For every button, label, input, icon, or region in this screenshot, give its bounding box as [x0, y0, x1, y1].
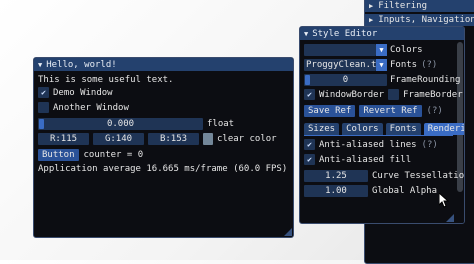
- checkmark-icon: ✔: [41, 88, 46, 97]
- tab-fonts[interactable]: Fonts: [385, 123, 421, 135]
- demo-window-checkbox-row[interactable]: ✔ Demo Window: [38, 87, 113, 98]
- curve-row: 1.25 Curve Tessellation: [304, 170, 465, 182]
- chevron-down-icon[interactable]: ▼: [376, 44, 387, 56]
- frame-rounding-row: 0 FrameRounding: [304, 74, 460, 86]
- frame-rounding-slider[interactable]: 0: [304, 74, 387, 86]
- fonts-help[interactable]: (?): [421, 60, 437, 70]
- float-value: 0.000: [106, 119, 135, 129]
- tab-underline: [304, 135, 453, 136]
- collapsed-arrow-icon: ▶: [369, 16, 374, 24]
- window-title: Style Editor: [312, 28, 378, 39]
- borders-row: ✔ WindowBorder FrameBorder: [304, 89, 463, 100]
- button-row: Button counter = 0: [38, 149, 143, 161]
- style-editor-titlebar[interactable]: ▼ Style Editor: [300, 27, 464, 40]
- tab-rendering[interactable]: Rendering: [423, 123, 464, 135]
- frame-border-checkbox[interactable]: [388, 89, 400, 100]
- another-window-checkbox-row[interactable]: Another Window: [38, 102, 129, 113]
- tab-bar: Sizes Colors Fonts Rendering: [304, 123, 464, 135]
- window-border-label: WindowBorder: [319, 89, 385, 100]
- global-alpha-drag[interactable]: 1.00: [304, 185, 368, 197]
- main-button[interactable]: Button: [38, 149, 79, 161]
- clear-color-row: R:115 G:140 B:153 clear color: [38, 133, 277, 145]
- app-average-row: Application average 16.665 ms/frame (60.…: [38, 164, 287, 174]
- bg-item-label: Inputs, Navigation &: [378, 15, 474, 25]
- clear-color-label: clear color: [217, 134, 277, 144]
- checkmark-icon: ✔: [307, 90, 312, 99]
- collapsed-arrow-icon: ▶: [369, 2, 374, 10]
- aa-lines-row[interactable]: ✔ Anti-aliased lines (?): [304, 139, 438, 150]
- app-average-text: Application average 16.665 ms/frame (60.…: [38, 164, 288, 174]
- aa-fill-label: Anti-aliased fill: [319, 154, 412, 165]
- frame-border-label: FrameBorder: [403, 89, 463, 100]
- frame-rounding-label: FrameRounding: [390, 75, 461, 85]
- blue-field[interactable]: B:153: [148, 133, 199, 145]
- demo-window-label: Demo Window: [53, 87, 113, 98]
- red-field[interactable]: R:115: [38, 133, 89, 145]
- font-value: ProggyClean.tt: [306, 60, 376, 70]
- ref-help[interactable]: (?): [427, 106, 443, 116]
- checkmark-icon: ✔: [307, 140, 312, 149]
- fonts-label: Fonts: [390, 60, 418, 70]
- clear-color-swatch[interactable]: [203, 133, 213, 145]
- fonts-combo[interactable]: ProggyClean.tt: [304, 59, 376, 71]
- green-field[interactable]: G:140: [93, 133, 144, 145]
- another-window-checkbox[interactable]: [38, 102, 49, 113]
- slider-grab[interactable]: [39, 119, 44, 129]
- aa-lines-help[interactable]: (?): [422, 140, 438, 150]
- curve-tessellation-drag[interactable]: 1.25: [304, 170, 368, 182]
- colors-combo-row: ▼ Colors: [304, 44, 423, 56]
- hello-titlebar[interactable]: ▼ Hello, world!: [34, 58, 293, 71]
- save-ref-button[interactable]: Save Ref: [304, 105, 356, 117]
- frame-rounding-value: 0: [342, 75, 349, 85]
- ref-buttons-row: Save Ref Revert Ref (?): [304, 105, 443, 117]
- useful-text: This is some useful text.: [38, 75, 174, 85]
- curve-label: Curve Tessellation: [372, 171, 465, 181]
- float-label: float: [207, 119, 235, 129]
- aa-lines-label: Anti-aliased lines: [319, 139, 417, 150]
- counter-text: counter = 0: [83, 150, 144, 160]
- resize-grip-icon[interactable]: [284, 228, 292, 236]
- revert-ref-button[interactable]: Revert Ref: [359, 105, 422, 117]
- alpha-label: Global Alpha: [372, 186, 438, 196]
- tab-sizes[interactable]: Sizes: [304, 123, 340, 135]
- bg-item-filtering[interactable]: ▶ Filtering: [365, 0, 474, 12]
- chevron-down-icon[interactable]: ▼: [376, 59, 387, 71]
- float-slider[interactable]: 0.000: [38, 118, 203, 130]
- resize-grip-icon[interactable]: [446, 214, 454, 222]
- aa-fill-row[interactable]: ✔ Anti-aliased fill: [304, 154, 411, 165]
- hello-window: ▼ Hello, world! This is some useful text…: [33, 57, 294, 238]
- collapse-arrow-icon[interactable]: ▼: [304, 30, 308, 38]
- another-window-label: Another Window: [53, 102, 129, 113]
- float-slider-row: 0.000 float: [38, 118, 234, 130]
- aa-lines-checkbox[interactable]: ✔: [304, 139, 315, 150]
- slider-grab[interactable]: [305, 75, 310, 85]
- fonts-combo-row: ProggyClean.tt ▼ Fonts (?): [304, 59, 437, 71]
- alpha-row: 1.00 Global Alpha: [304, 185, 437, 197]
- collapse-arrow-icon[interactable]: ▼: [38, 61, 42, 69]
- bg-item-label: Filtering: [378, 1, 427, 11]
- colors-label: Colors: [390, 45, 423, 55]
- window-border-checkbox[interactable]: ✔: [304, 89, 315, 100]
- window-title: Hello, world!: [46, 59, 117, 70]
- bg-item-inputs[interactable]: ▶ Inputs, Navigation &: [365, 14, 474, 26]
- tab-colors[interactable]: Colors: [342, 123, 383, 135]
- mouse-cursor-icon: [439, 193, 449, 208]
- colors-combo[interactable]: [304, 44, 376, 56]
- aa-fill-checkbox[interactable]: ✔: [304, 154, 315, 165]
- demo-window-checkbox[interactable]: ✔: [38, 87, 49, 98]
- checkmark-icon: ✔: [307, 155, 312, 164]
- useful-text-row: This is some useful text.: [38, 75, 173, 85]
